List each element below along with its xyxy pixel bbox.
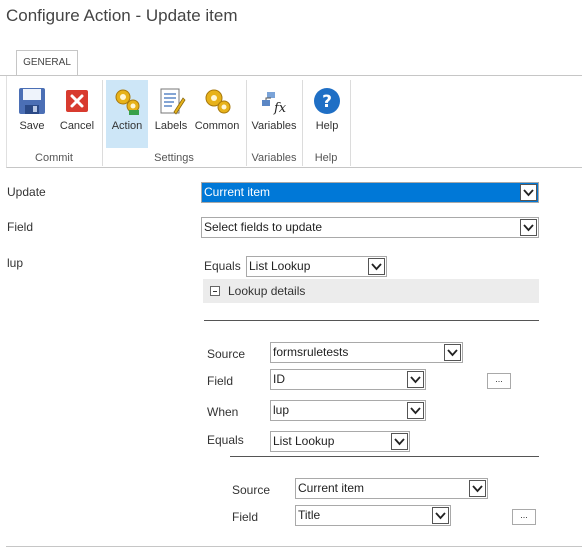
lookup-field-value: ID (273, 372, 285, 386)
cancel-button[interactable]: Cancel (58, 80, 96, 148)
lookup-field-label: Field (207, 374, 234, 388)
group-separator (350, 80, 351, 166)
field-select[interactable]: Select fields to update (201, 217, 539, 238)
source-label: Source (207, 347, 246, 361)
svg-text:fx: fx (273, 101, 287, 116)
group-label-help: Help (314, 152, 338, 164)
collapse-icon[interactable] (210, 286, 220, 296)
group-separator (102, 80, 103, 166)
variables-fx-icon: fx (262, 92, 287, 116)
variables-button[interactable]: fx Variables (250, 80, 298, 148)
labels-document-icon (160, 88, 186, 115)
action-gears-icon (115, 89, 140, 115)
update-select[interactable]: Current item (201, 182, 539, 203)
field-label: Field (7, 220, 34, 234)
lookup-equals-label: Equals (207, 433, 244, 447)
save-button[interactable]: Save (14, 80, 50, 148)
chevron-down-icon[interactable] (469, 480, 486, 497)
help-button[interactable]: ? Help (308, 80, 346, 148)
common-label: Common (194, 120, 240, 132)
equals-label: Equals (204, 259, 241, 273)
group-separator (246, 80, 247, 166)
save-label: Save (19, 120, 45, 132)
chevron-down-icon[interactable] (432, 507, 449, 524)
lookup-field-select[interactable]: Title (295, 505, 451, 526)
labels-button[interactable]: Labels (152, 80, 190, 148)
chevron-down-icon[interactable] (520, 219, 537, 236)
svg-text:?: ? (322, 92, 332, 112)
when-value: lup (273, 403, 290, 417)
divider (230, 456, 539, 457)
lookup-details-bar[interactable]: Lookup details (203, 279, 539, 303)
ellipsis-button[interactable]: ... (487, 373, 511, 389)
lookup-field-value: Title (298, 508, 321, 522)
equals-select[interactable]: List Lookup (246, 256, 387, 277)
labels-label: Labels (154, 120, 188, 132)
variables-label: Variables (251, 120, 297, 132)
field-value: Select fields to update (204, 220, 323, 234)
cancel-label: Cancel (59, 120, 95, 132)
cancel-icon (66, 90, 88, 112)
source-select[interactable]: Current item (295, 478, 488, 499)
update-label: Update (7, 185, 46, 199)
lookup-equals-value: List Lookup (273, 434, 335, 448)
divider (204, 320, 539, 321)
action-button[interactable]: Action (106, 80, 148, 148)
chevron-down-icon[interactable] (368, 258, 385, 275)
source-value: formsruletests (273, 345, 349, 359)
footer-divider (6, 546, 582, 547)
lookup-details-label: Lookup details (228, 284, 306, 298)
source-label: Source (232, 483, 271, 497)
when-select[interactable]: lup (270, 400, 426, 421)
chevron-down-icon[interactable] (444, 344, 461, 361)
dialog-title: Configure Action - Update item (6, 6, 238, 25)
update-value: Current item (204, 185, 271, 199)
source-value: Current item (298, 481, 365, 495)
action-label: Action (111, 120, 143, 132)
tab-general[interactable]: GENERAL (16, 50, 78, 76)
chevron-down-icon[interactable] (391, 433, 408, 450)
equals-value: List Lookup (249, 259, 311, 273)
help-label: Help (315, 120, 339, 132)
group-label-settings: Settings (154, 152, 194, 164)
source-select[interactable]: formsruletests (270, 342, 463, 363)
group-label-variables: Variables (251, 152, 297, 164)
chevron-down-icon[interactable] (407, 371, 424, 388)
help-icon: ? (314, 88, 340, 114)
ellipsis-button[interactable]: ... (512, 509, 536, 525)
chevron-down-icon[interactable] (407, 402, 424, 419)
group-label-commit: Commit (35, 152, 73, 164)
save-icon (19, 88, 45, 114)
common-button[interactable]: Common (194, 80, 240, 148)
when-label: When (207, 405, 239, 419)
common-gears-icon (205, 89, 231, 114)
lookup-field-label: Field (232, 510, 259, 524)
lup-label: lup (7, 256, 24, 270)
lookup-equals-select[interactable]: List Lookup (270, 431, 410, 452)
chevron-down-icon[interactable] (520, 184, 537, 201)
lookup-field-select[interactable]: ID (270, 369, 426, 390)
group-separator (302, 80, 303, 166)
